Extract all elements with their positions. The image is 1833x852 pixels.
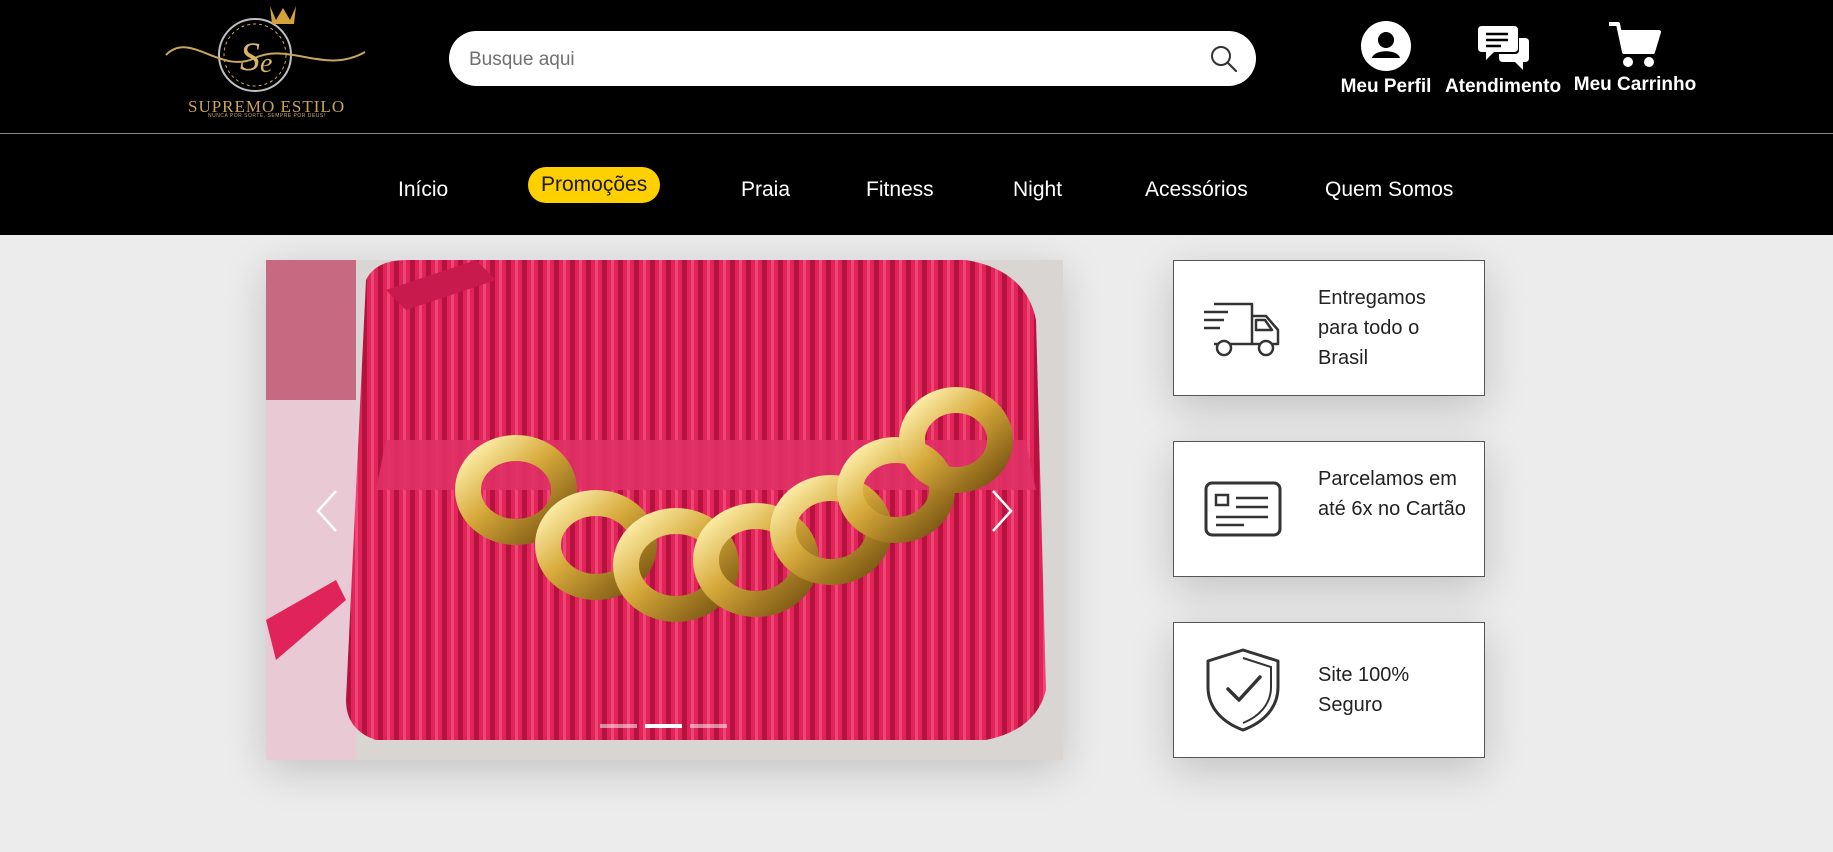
- svg-text:e: e: [260, 48, 272, 79]
- carousel-indicators: [600, 724, 730, 732]
- credit-card-icon: [1204, 481, 1282, 537]
- chevron-right-icon: [992, 490, 1013, 532]
- shield-check-icon: [1206, 648, 1280, 732]
- svg-text:S: S: [240, 34, 260, 79]
- feature-card-installments: Parcelamos em até 6x no Cartão: [1173, 441, 1485, 577]
- search-button[interactable]: [1208, 43, 1240, 75]
- carousel-next-button[interactable]: [981, 485, 1021, 537]
- cart-icon: [1609, 22, 1661, 67]
- feature-text-secure: Site 100% Seguro: [1318, 664, 1410, 716]
- my-profile-button[interactable]: Meu Perfil: [1338, 20, 1434, 100]
- nav-item-inicio[interactable]: Início: [398, 172, 448, 208]
- feature-card-secure: Site 100% Seguro: [1173, 622, 1485, 758]
- main-navigation: Início Promoções Praia Fitness Night Ace…: [0, 134, 1833, 235]
- nav-item-night[interactable]: Night: [1013, 172, 1062, 208]
- search-icon: [1211, 46, 1238, 73]
- nav-item-fitness[interactable]: Fitness: [866, 172, 934, 208]
- carousel-dot-active[interactable]: [645, 724, 682, 728]
- support-label: Atendimento: [1444, 76, 1562, 97]
- nav-item-acessorios[interactable]: Acessórios: [1145, 172, 1248, 208]
- my-cart-label: Meu Carrinho: [1573, 74, 1697, 95]
- my-cart-button[interactable]: Meu Carrinho: [1572, 20, 1698, 100]
- carousel-dot[interactable]: [690, 724, 727, 728]
- support-button[interactable]: Atendimento: [1444, 20, 1562, 100]
- my-profile-label: Meu Perfil: [1340, 76, 1432, 97]
- top-header: S e SUPREMO ESTILO NUNCA POR SORTE, SEMP…: [0, 0, 1833, 134]
- nav-item-quem-somos[interactable]: Quem Somos: [1325, 172, 1453, 208]
- nav-item-praia[interactable]: Praia: [741, 172, 790, 208]
- chat-icon: [1478, 26, 1529, 70]
- user-icon: [1361, 21, 1411, 71]
- search-input[interactable]: [467, 31, 1191, 88]
- product-photo-red-handbag: [266, 260, 1063, 760]
- feature-text-delivery: Entregamos para todo o Brasil: [1318, 287, 1426, 369]
- feature-card-delivery: Entregamos para todo o Brasil: [1173, 260, 1485, 396]
- truck-icon: [1204, 302, 1280, 357]
- search-bar: [449, 31, 1256, 88]
- hero-carousel: [266, 260, 1063, 760]
- carousel-prev-button[interactable]: [308, 485, 348, 537]
- nav-item-promocoes[interactable]: Promoções: [528, 167, 661, 203]
- feature-text-installments: Parcelamos em até 6x no Cartão: [1318, 468, 1466, 520]
- carousel-dot[interactable]: [600, 724, 637, 728]
- chevron-left-icon: [316, 490, 337, 532]
- brand-tagline: NUNCA POR SORTE, SEMPRE POR DEUS!: [208, 113, 326, 119]
